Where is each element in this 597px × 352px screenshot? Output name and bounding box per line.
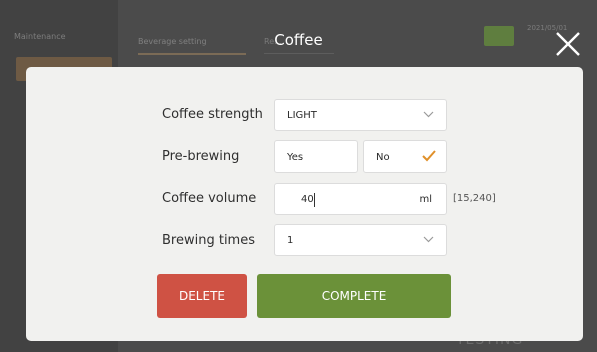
- pre-brewing-yes-label: Yes: [287, 152, 304, 163]
- close-icon: [556, 32, 580, 56]
- pre-brewing-yes-option[interactable]: Yes: [274, 140, 358, 173]
- chevron-down-icon: [423, 111, 434, 118]
- delete-button[interactable]: DELETE: [157, 274, 247, 318]
- background-tab-underline: [138, 53, 246, 55]
- brewing-times-label: Brewing times: [162, 233, 255, 248]
- coffee-volume-range: [15,240]: [453, 193, 496, 204]
- coffee-volume-input[interactable]: 40 ml: [274, 183, 447, 215]
- coffee-strength-value: LIGHT: [287, 110, 317, 121]
- pre-brewing-no-label: No: [376, 152, 390, 163]
- coffee-strength-label: Coffee strength: [162, 107, 263, 122]
- checkmark-icon: [422, 150, 436, 162]
- dialog-title: Coffee: [274, 31, 323, 49]
- close-button[interactable]: [551, 27, 585, 61]
- coffee-strength-select[interactable]: LIGHT: [274, 99, 447, 131]
- pre-brewing-no-option[interactable]: No: [363, 140, 447, 173]
- pre-brewing-label: Pre-brewing: [162, 149, 240, 164]
- background-tab-second-underline: [264, 53, 334, 54]
- brewing-times-value: 1: [287, 235, 294, 246]
- coffee-volume-label: Coffee volume: [162, 191, 257, 206]
- coffee-volume-unit: ml: [419, 194, 432, 205]
- chevron-down-icon: [423, 236, 434, 243]
- coffee-volume-value: 40: [301, 194, 314, 205]
- text-cursor: [314, 193, 315, 207]
- brewing-times-select[interactable]: 1: [274, 224, 447, 256]
- complete-button[interactable]: COMPLETE: [257, 274, 451, 318]
